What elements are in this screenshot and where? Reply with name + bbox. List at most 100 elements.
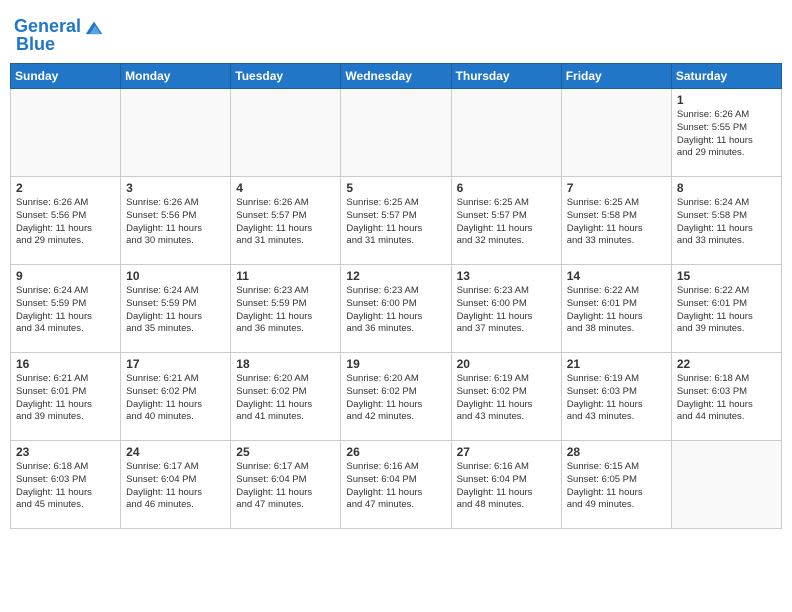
calendar-cell: 7Sunrise: 6:25 AM Sunset: 5:58 PM Daylig… — [561, 177, 671, 265]
calendar-cell — [561, 89, 671, 177]
calendar-cell — [451, 89, 561, 177]
day-info: Sunrise: 6:17 AM Sunset: 6:04 PM Dayligh… — [236, 461, 335, 512]
day-number: 14 — [567, 269, 666, 283]
calendar-cell: 13 Sunrise: 6:23 AM Sunset: 6:00 PM Dayli… — [451, 265, 561, 353]
calendar-cell: 12 Sunrise: 6:23 AM Sunset: 6:00 PM Dayli… — [341, 265, 451, 353]
day-number: 19 — [346, 357, 445, 371]
day-info: Sunrise: 6:24 AM Sunset: 5:58 PM Dayligh… — [677, 197, 776, 248]
day-info: Sunrise: 6:26 AM Sunset: 5:56 PM Dayligh… — [126, 197, 225, 248]
day-info: Sunrise: 6:23 AM Sunset: 6:00 PM Dayligh… — [457, 285, 556, 336]
day-info: Sunrise: 6:18 AM Sunset: 6:03 PM Dayligh… — [677, 373, 776, 424]
day-number: 10 — [126, 269, 225, 283]
calendar-cell: 20 Sunrise: 6:19 AM Sunset: 6:02 PM Dayli… — [451, 353, 561, 441]
week-row-3: 9 Sunrise: 6:24 AM Sunset: 5:59 PM Daylig… — [11, 265, 782, 353]
week-row-1: 1 Sunrise: 6:26 AM Sunset: 5:55 PM Daylig… — [11, 89, 782, 177]
calendar-cell: 24 Sunrise: 6:17 AM Sunset: 6:04 PM Dayli… — [121, 441, 231, 529]
day-info: Sunrise: 6:26 AM Sunset: 5:57 PM Dayligh… — [236, 197, 335, 248]
day-info: Sunrise: 6:22 AM Sunset: 6:01 PM Dayligh… — [677, 285, 776, 336]
day-info: Sunrise: 6:24 AM Sunset: 5:59 PM Dayligh… — [126, 285, 225, 336]
calendar-cell: 16 Sunrise: 6:21 AM Sunset: 6:01 PM Dayli… — [11, 353, 121, 441]
day-info: Sunrise: 6:21 AM Sunset: 6:01 PM Dayligh… — [16, 373, 115, 424]
day-info: Sunrise: 6:16 AM Sunset: 6:04 PM Dayligh… — [457, 461, 556, 512]
week-row-2: 2 Sunrise: 6:26 AM Sunset: 5:56 PM Daylig… — [11, 177, 782, 265]
day-number: 18 — [236, 357, 335, 371]
day-number: 13 — [457, 269, 556, 283]
calendar-cell — [341, 89, 451, 177]
day-info: Sunrise: 6:20 AM Sunset: 6:02 PM Dayligh… — [346, 373, 445, 424]
day-number: 1 — [677, 93, 776, 107]
day-info: Sunrise: 6:16 AM Sunset: 6:04 PM Dayligh… — [346, 461, 445, 512]
day-number: 4 — [236, 181, 335, 195]
day-number: 17 — [126, 357, 225, 371]
day-info: Sunrise: 6:26 AM Sunset: 5:56 PM Dayligh… — [16, 197, 115, 248]
calendar-cell — [121, 89, 231, 177]
week-row-4: 16 Sunrise: 6:21 AM Sunset: 6:01 PM Dayli… — [11, 353, 782, 441]
day-number: 9 — [16, 269, 115, 283]
calendar-cell: 5 Sunrise: 6:25 AM Sunset: 5:57 PM Daylig… — [341, 177, 451, 265]
day-info: Sunrise: 6:25 AM Sunset: 5:57 PM Dayligh… — [346, 197, 445, 248]
calendar-header-row: SundayMondayTuesdayWednesdayThursdayFrid… — [11, 64, 782, 89]
day-info: Sunrise: 6:19 AM Sunset: 6:03 PM Dayligh… — [567, 373, 666, 424]
calendar-cell: 15 Sunrise: 6:22 AM Sunset: 6:01 PM Dayli… — [671, 265, 781, 353]
day-info: Sunrise: 6:23 AM Sunset: 6:00 PM Dayligh… — [346, 285, 445, 336]
day-number: 24 — [126, 445, 225, 459]
day-info: Sunrise: 6:26 AM Sunset: 5:55 PM Dayligh… — [677, 109, 776, 160]
week-row-5: 23Sunrise: 6:18 AM Sunset: 6:03 PM Dayli… — [11, 441, 782, 529]
day-info: Sunrise: 6:25 AM Sunset: 5:57 PM Dayligh… — [457, 197, 556, 248]
calendar-cell: 28 Sunrise: 6:15 AM Sunset: 6:05 PM Dayli… — [561, 441, 671, 529]
calendar-cell: 22 Sunrise: 6:18 AM Sunset: 6:03 PM Dayli… — [671, 353, 781, 441]
day-info: Sunrise: 6:20 AM Sunset: 6:02 PM Dayligh… — [236, 373, 335, 424]
day-number: 16 — [16, 357, 115, 371]
calendar-cell: 27 Sunrise: 6:16 AM Sunset: 6:04 PM Dayli… — [451, 441, 561, 529]
day-number: 20 — [457, 357, 556, 371]
calendar-header-tuesday: Tuesday — [231, 64, 341, 89]
day-number: 22 — [677, 357, 776, 371]
calendar-cell: 10 Sunrise: 6:24 AM Sunset: 5:59 PM Dayli… — [121, 265, 231, 353]
day-number: 25 — [236, 445, 335, 459]
day-info: Sunrise: 6:19 AM Sunset: 6:02 PM Dayligh… — [457, 373, 556, 424]
calendar-cell: 14 Sunrise: 6:22 AM Sunset: 6:01 PM Dayli… — [561, 265, 671, 353]
calendar-cell: 6 Sunrise: 6:25 AM Sunset: 5:57 PM Daylig… — [451, 177, 561, 265]
logo: General Blue — [14, 16, 105, 55]
day-number: 15 — [677, 269, 776, 283]
page-header: General Blue — [10, 10, 782, 55]
day-info: Sunrise: 6:21 AM Sunset: 6:02 PM Dayligh… — [126, 373, 225, 424]
calendar-header-thursday: Thursday — [451, 64, 561, 89]
calendar-cell: 19 Sunrise: 6:20 AM Sunset: 6:02 PM Dayli… — [341, 353, 451, 441]
day-number: 2 — [16, 181, 115, 195]
calendar-cell: 4 Sunrise: 6:26 AM Sunset: 5:57 PM Daylig… — [231, 177, 341, 265]
day-info: Sunrise: 6:24 AM Sunset: 5:59 PM Dayligh… — [16, 285, 115, 336]
day-info: Sunrise: 6:15 AM Sunset: 6:05 PM Dayligh… — [567, 461, 666, 512]
day-number: 26 — [346, 445, 445, 459]
calendar: SundayMondayTuesdayWednesdayThursdayFrid… — [10, 63, 782, 529]
day-info: Sunrise: 6:23 AM Sunset: 5:59 PM Dayligh… — [236, 285, 335, 336]
calendar-header-wednesday: Wednesday — [341, 64, 451, 89]
calendar-cell — [231, 89, 341, 177]
calendar-cell: 18 Sunrise: 6:20 AM Sunset: 6:02 PM Dayli… — [231, 353, 341, 441]
calendar-cell: 23Sunrise: 6:18 AM Sunset: 6:03 PM Dayli… — [11, 441, 121, 529]
calendar-cell: 1 Sunrise: 6:26 AM Sunset: 5:55 PM Daylig… — [671, 89, 781, 177]
calendar-cell — [671, 441, 781, 529]
calendar-cell: 25 Sunrise: 6:17 AM Sunset: 6:04 PM Dayli… — [231, 441, 341, 529]
day-info: Sunrise: 6:17 AM Sunset: 6:04 PM Dayligh… — [126, 461, 225, 512]
calendar-cell: 11Sunrise: 6:23 AM Sunset: 5:59 PM Dayli… — [231, 265, 341, 353]
calendar-header-saturday: Saturday — [671, 64, 781, 89]
day-number: 6 — [457, 181, 556, 195]
day-number: 8 — [677, 181, 776, 195]
day-number: 3 — [126, 181, 225, 195]
day-number: 12 — [346, 269, 445, 283]
calendar-cell — [11, 89, 121, 177]
calendar-cell: 8 Sunrise: 6:24 AM Sunset: 5:58 PM Daylig… — [671, 177, 781, 265]
day-number: 28 — [567, 445, 666, 459]
calendar-cell: 9 Sunrise: 6:24 AM Sunset: 5:59 PM Daylig… — [11, 265, 121, 353]
calendar-cell: 3 Sunrise: 6:26 AM Sunset: 5:56 PM Daylig… — [121, 177, 231, 265]
day-number: 5 — [346, 181, 445, 195]
calendar-header-sunday: Sunday — [11, 64, 121, 89]
day-number: 27 — [457, 445, 556, 459]
day-info: Sunrise: 6:18 AM Sunset: 6:03 PM Dayligh… — [16, 461, 115, 512]
calendar-cell: 21Sunrise: 6:19 AM Sunset: 6:03 PM Dayli… — [561, 353, 671, 441]
calendar-header-friday: Friday — [561, 64, 671, 89]
calendar-cell: 26 Sunrise: 6:16 AM Sunset: 6:04 PM Dayli… — [341, 441, 451, 529]
day-info: Sunrise: 6:22 AM Sunset: 6:01 PM Dayligh… — [567, 285, 666, 336]
day-number: 7 — [567, 181, 666, 195]
